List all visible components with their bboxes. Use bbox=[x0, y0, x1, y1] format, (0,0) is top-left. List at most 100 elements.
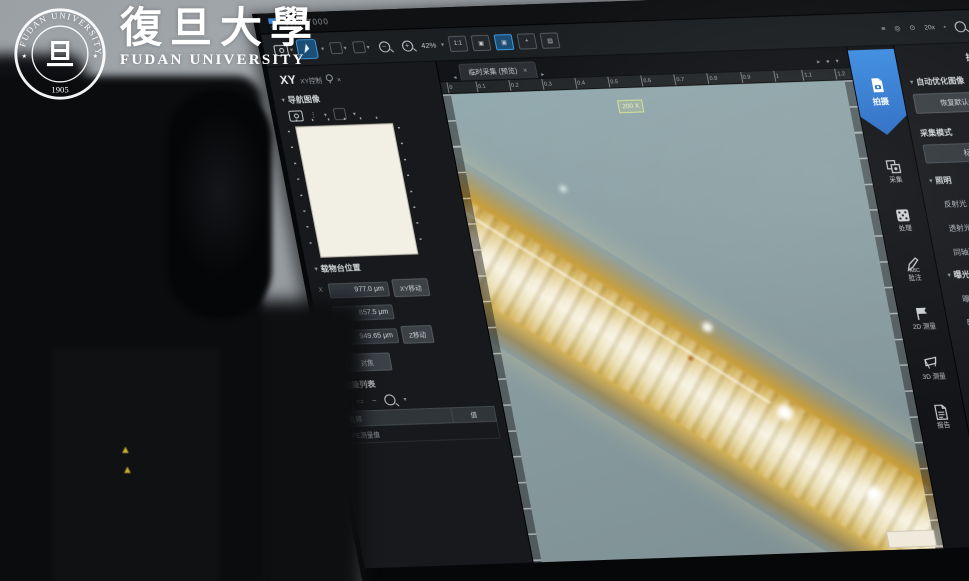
pen-abc-icon: ABC bbox=[907, 257, 921, 273]
xy-move-button[interactable]: XY移动 bbox=[391, 278, 431, 298]
tab-report-label: 报告 bbox=[936, 422, 952, 430]
tab-2d-measure-label: 2D 测量 bbox=[912, 323, 937, 332]
scale-card bbox=[885, 529, 938, 549]
capture-mode-select[interactable]: 标准 bbox=[922, 141, 969, 164]
toolbar-right-group: ≡ ◎ ⊙ 20x 1x ▾ bbox=[880, 20, 969, 35]
equipment-box bbox=[52, 348, 220, 581]
zoom-in-button[interactable]: + bbox=[396, 36, 417, 55]
chevron-right-icon[interactable]: ▸ bbox=[816, 58, 821, 65]
tab-process-label: 处理 bbox=[898, 225, 913, 233]
chevron-down-icon: ▾ bbox=[928, 178, 934, 185]
reset-defaults-button[interactable]: 恢复默认参数 bbox=[912, 90, 969, 114]
axis-label: X bbox=[318, 287, 324, 294]
magnification-label[interactable]: 200 X bbox=[617, 99, 645, 114]
tab-collect-label: 采集 bbox=[888, 176, 904, 184]
tab-process[interactable]: 处理 bbox=[893, 208, 914, 234]
measure-list-toolbar: + ▭ − ▾ bbox=[341, 391, 501, 407]
flag-3d-icon bbox=[924, 356, 937, 369]
more-icon[interactable]: ⋮ bbox=[309, 111, 317, 119]
document-tab-label: 临时采集 (预览) bbox=[468, 67, 518, 77]
tab-3d-measure[interactable]: 3D 测量 bbox=[919, 355, 947, 381]
photo-scene: VHX-7000 ▾ ▾ ▾ ▾ − + 42% ▾ 1:1 ▣ ▣ + ▤ ≡… bbox=[0, 0, 969, 581]
tab-2d-measure[interactable]: 2D 测量 bbox=[909, 306, 937, 332]
tab-collect[interactable]: 采集 bbox=[884, 158, 905, 184]
chevron-down-icon[interactable]: ▾ bbox=[835, 58, 839, 65]
seal-year: 1905 bbox=[51, 84, 68, 94]
microscope-app-window: VHX-7000 ▾ ▾ ▾ ▾ − + 42% ▾ 1:1 ▣ ▣ + ▤ ≡… bbox=[256, 0, 969, 571]
work-area: XY XY控制 × ▾ 导航图像 ⋮ ▾ ▾ ▾ 载物台位置 X 977.0 μ… bbox=[267, 41, 969, 571]
menu-icon[interactable]: ≡ bbox=[881, 25, 886, 32]
lighting-item[interactable]: 同轴环形光 bbox=[952, 244, 969, 258]
ring-light-icon[interactable]: ◎ bbox=[894, 24, 901, 32]
svg-text:ABC: ABC bbox=[909, 268, 921, 273]
tab-3d-measure-label: 3D 测量 bbox=[922, 372, 947, 381]
warning-triangle-icon: ▲ bbox=[122, 464, 133, 476]
z-move-button[interactable]: Z移动 bbox=[400, 324, 435, 344]
tab-report[interactable]: 报告 bbox=[932, 404, 953, 430]
lighting-item[interactable]: 透射光 bbox=[948, 220, 969, 234]
seal-star-left: ★ bbox=[22, 53, 27, 60]
stage-row-x: X 977.0 μm XY移动 bbox=[317, 276, 480, 299]
tab-annotate-label: 批注 bbox=[907, 274, 923, 283]
view-pan-button[interactable]: + bbox=[516, 33, 538, 50]
dice-icon bbox=[896, 209, 910, 222]
search-icon[interactable] bbox=[383, 394, 397, 406]
select-tool-button[interactable]: ▾ bbox=[350, 38, 371, 57]
objective-badge: 20x bbox=[923, 23, 936, 32]
separator-dot bbox=[943, 25, 947, 28]
chevron-down-icon: ▾ bbox=[314, 266, 319, 273]
zoom-percent-dropdown[interactable]: ▾ bbox=[440, 41, 445, 48]
pan-tool-button[interactable]: ▾ bbox=[327, 39, 348, 58]
navigation-thumbnail-frame bbox=[287, 116, 424, 258]
chevron-down-icon[interactable]: ▾ bbox=[366, 43, 370, 50]
zoom-in-icon: + bbox=[400, 39, 414, 52]
column-value: 值 bbox=[450, 406, 497, 423]
collect-icon bbox=[885, 160, 902, 174]
record-dot-icon[interactable]: ● bbox=[825, 58, 830, 64]
chevron-down-icon[interactable]: ▾ bbox=[323, 111, 327, 118]
remove-icon[interactable]: − bbox=[371, 396, 377, 405]
zoom-out-icon: − bbox=[377, 40, 391, 53]
view-fit-button[interactable]: ▣ bbox=[470, 34, 492, 52]
close-icon[interactable]: × bbox=[523, 67, 528, 74]
specimen-sparkle bbox=[559, 184, 568, 192]
chevron-down-icon[interactable]: ▾ bbox=[403, 396, 407, 403]
fudan-wordmark: 復旦大學 FUDAN UNIVERSITY bbox=[120, 3, 321, 69]
x-position-field[interactable]: 977.0 μm bbox=[327, 280, 391, 298]
university-name-chinese: 復旦大學 bbox=[120, 3, 321, 52]
seal-center-glyph: 旦 bbox=[46, 38, 75, 72]
close-icon[interactable]: × bbox=[336, 77, 341, 84]
tab-annotate[interactable]: ABC 批注 bbox=[903, 257, 924, 283]
capture-mode-label: 采集模式 bbox=[919, 127, 953, 138]
warning-triangle-icon: ▲ bbox=[120, 444, 131, 456]
exposure-item[interactable]: 曝光模式 bbox=[961, 290, 969, 304]
measure-table: 名称 值 FE测量值 bbox=[342, 405, 501, 444]
fudan-seal-logo: FUDAN UNIVERSITY 1905 ★ ★ 旦 bbox=[14, 8, 106, 100]
specimen-orange-speck bbox=[687, 355, 694, 361]
chevron-down-icon: ▾ bbox=[947, 272, 952, 279]
view-1to1-button[interactable]: 1:1 bbox=[447, 35, 469, 53]
chevron-down-icon: ▾ bbox=[909, 79, 914, 87]
chevron-down-icon[interactable]: ▾ bbox=[352, 110, 356, 117]
view-fullscreen-button[interactable]: ▣ bbox=[493, 33, 515, 51]
lighting-item[interactable]: 反射光 bbox=[943, 196, 969, 210]
stage-position-section-header[interactable]: ▾ 载物台位置 bbox=[314, 258, 476, 275]
pan-tool-icon bbox=[328, 41, 343, 55]
settings-panel-title: 拍摄设置 bbox=[964, 50, 969, 63]
chevron-down-icon[interactable]: ▾ bbox=[320, 45, 325, 52]
exposure-section-header[interactable]: ▾ 曝光调节: 自动 bbox=[947, 267, 969, 281]
zoom-percent: 42% bbox=[420, 40, 437, 50]
objective-icon[interactable]: ⊙ bbox=[909, 24, 916, 32]
select-tool-icon bbox=[351, 41, 366, 54]
report-doc-icon bbox=[934, 404, 949, 421]
view-grid-button[interactable]: ▤ bbox=[539, 32, 561, 49]
view-scale-icon[interactable] bbox=[953, 20, 967, 32]
auto-optimize-section-header[interactable]: ▾ 自动优化图像 bbox=[909, 74, 969, 88]
seal-star-right: ★ bbox=[93, 53, 98, 60]
flag-2d-icon bbox=[915, 308, 928, 321]
tab-capture-label: 拍摄 bbox=[871, 96, 890, 107]
chevron-down-icon[interactable]: ▾ bbox=[343, 44, 347, 51]
zoom-out-button[interactable]: − bbox=[373, 37, 394, 56]
pin-icon[interactable] bbox=[324, 74, 334, 82]
lighting-section-header[interactable]: ▾ 照明 bbox=[928, 172, 969, 186]
